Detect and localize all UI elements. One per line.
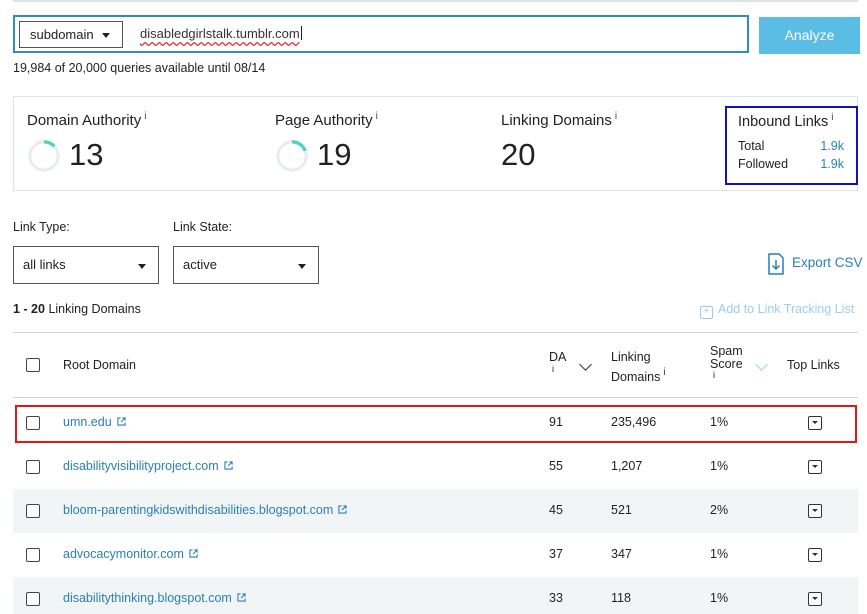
- inbound-links-label: Inbound Links i: [738, 112, 834, 130]
- scope-select[interactable]: subdomain: [19, 21, 123, 48]
- caret-down-icon: [102, 33, 110, 38]
- link-type-label: Link Type:: [13, 220, 70, 234]
- top-divider: [13, 0, 858, 2]
- info-icon[interactable]: i: [710, 371, 743, 380]
- link-state-value: active: [183, 257, 217, 272]
- quota-text: 19,984 of 20,000 queries available until…: [13, 61, 266, 75]
- spam-score-value: 2%: [710, 503, 729, 517]
- table-row: advocacymonitor.com 37 347 1%: [13, 533, 858, 577]
- caret-down-icon: [138, 264, 146, 269]
- header-linking-domains[interactable]: Linking Domains i: [611, 350, 666, 385]
- page-authority-gauge-icon: [276, 140, 308, 172]
- info-icon[interactable]: i: [831, 112, 833, 123]
- table-row: bloom-parentingkidswithdisabilities.blog…: [13, 489, 858, 533]
- inbound-followed-value[interactable]: 1.9k: [820, 157, 844, 171]
- results-suffix: Linking Domains: [48, 302, 141, 316]
- root-domain-link[interactable]: advocacymonitor.com: [63, 547, 198, 561]
- external-link-icon[interactable]: [237, 593, 246, 602]
- spam-score-value: 1%: [710, 591, 729, 605]
- inbound-followed-label: Followed: [738, 157, 789, 171]
- header-top-links: Top Links: [787, 358, 840, 372]
- linking-domains-metric: Linking Domains i 20: [501, 111, 618, 172]
- linking-domains-value: 347: [611, 547, 632, 561]
- linking-domains-label: Linking Domains i: [501, 111, 618, 129]
- external-link-icon[interactable]: [189, 549, 198, 558]
- link-type-value: all links: [23, 257, 66, 272]
- link-state-select[interactable]: active: [173, 246, 319, 284]
- select-all-checkbox[interactable]: [26, 358, 40, 372]
- da-value: 37: [549, 547, 563, 561]
- search-bar: subdomain disabledgirlstalk.tumblr.com: [13, 15, 749, 53]
- scope-select-value: subdomain: [30, 27, 94, 42]
- search-input[interactable]: disabledgirlstalk.tumblr.com: [140, 26, 302, 41]
- results-count: 1 - 20 Linking Domains: [13, 302, 141, 316]
- info-icon[interactable]: i: [376, 111, 378, 122]
- link-type-select[interactable]: all links: [13, 246, 159, 284]
- export-csv-label: Export CSV: [792, 255, 863, 270]
- header-da[interactable]: DA i: [549, 350, 566, 374]
- add-to-tracking-button[interactable]: + Add to Link Tracking List: [700, 302, 854, 319]
- root-domain-link[interactable]: disabilityvisibilityproject.com: [63, 459, 233, 473]
- row-checkbox[interactable]: [26, 592, 40, 606]
- page-authority-value: 19: [317, 137, 352, 172]
- da-value: 33: [549, 591, 563, 605]
- root-domain-link[interactable]: bloom-parentingkidswithdisabilities.blog…: [63, 503, 347, 517]
- table-row: disabilityvisibilityproject.com 55 1,207…: [13, 445, 858, 489]
- row-checkbox[interactable]: [26, 548, 40, 562]
- page-authority-label: Page Authority i: [275, 111, 378, 129]
- table-row: disabilitythinking.blogspot.com 33 118 1…: [13, 577, 858, 614]
- da-value: 45: [549, 503, 563, 517]
- plus-icon: +: [700, 306, 713, 319]
- external-link-icon[interactable]: [338, 505, 347, 514]
- domain-authority-gauge-icon: [28, 140, 60, 172]
- da-value: 55: [549, 459, 563, 473]
- row-checkbox[interactable]: [26, 504, 40, 518]
- sort-icon[interactable]: [755, 358, 768, 371]
- page-authority-metric: Page Authority i 19: [275, 111, 378, 172]
- info-icon[interactable]: i: [663, 367, 665, 378]
- info-icon[interactable]: i: [549, 365, 566, 374]
- header-spam-score[interactable]: Spam Score i: [710, 345, 743, 380]
- results-range: 1 - 20: [13, 302, 45, 316]
- linking-domains-value: 1,207: [611, 459, 643, 473]
- linking-domains-value: 118: [611, 591, 631, 605]
- row-checkbox[interactable]: [26, 460, 40, 474]
- top-links-expand-button[interactable]: [808, 460, 822, 474]
- root-domain-link[interactable]: disabilitythinking.blogspot.com: [63, 591, 246, 605]
- domain-authority-metric: Domain Authority i 13: [27, 111, 147, 172]
- sort-desc-icon[interactable]: [579, 358, 592, 371]
- download-file-icon: [768, 253, 784, 275]
- add-to-tracking-label: Add to Link Tracking List: [718, 302, 855, 316]
- external-link-icon[interactable]: [223, 461, 233, 470]
- top-links-expand-button[interactable]: [808, 504, 822, 518]
- highlighted-row-annotation: [15, 405, 857, 443]
- inbound-total-value[interactable]: 1.9k: [820, 139, 844, 153]
- linking-domains-value: 20: [501, 137, 536, 172]
- link-state-label: Link State:: [173, 220, 233, 234]
- spam-score-value: 1%: [710, 459, 729, 473]
- info-icon[interactable]: i: [144, 111, 146, 122]
- analyze-button[interactable]: Analyze: [759, 17, 860, 54]
- spam-score-value: 1%: [710, 547, 729, 561]
- inbound-links-panel: Inbound Links i Total 1.9k Followed 1.9k: [725, 106, 858, 185]
- inbound-total-label: Total: [738, 139, 765, 153]
- linking-domains-value: 521: [611, 503, 632, 517]
- top-links-expand-button[interactable]: [808, 592, 822, 606]
- top-links-expand-button[interactable]: [808, 548, 822, 562]
- table-header: Root Domain DA i Linking Domains i Spam S…: [13, 332, 858, 398]
- domain-authority-value: 13: [69, 137, 104, 172]
- domain-authority-label: Domain Authority i: [27, 111, 147, 129]
- header-root-domain[interactable]: Root Domain: [63, 358, 136, 373]
- info-icon[interactable]: i: [615, 111, 617, 122]
- caret-down-icon: [298, 264, 306, 269]
